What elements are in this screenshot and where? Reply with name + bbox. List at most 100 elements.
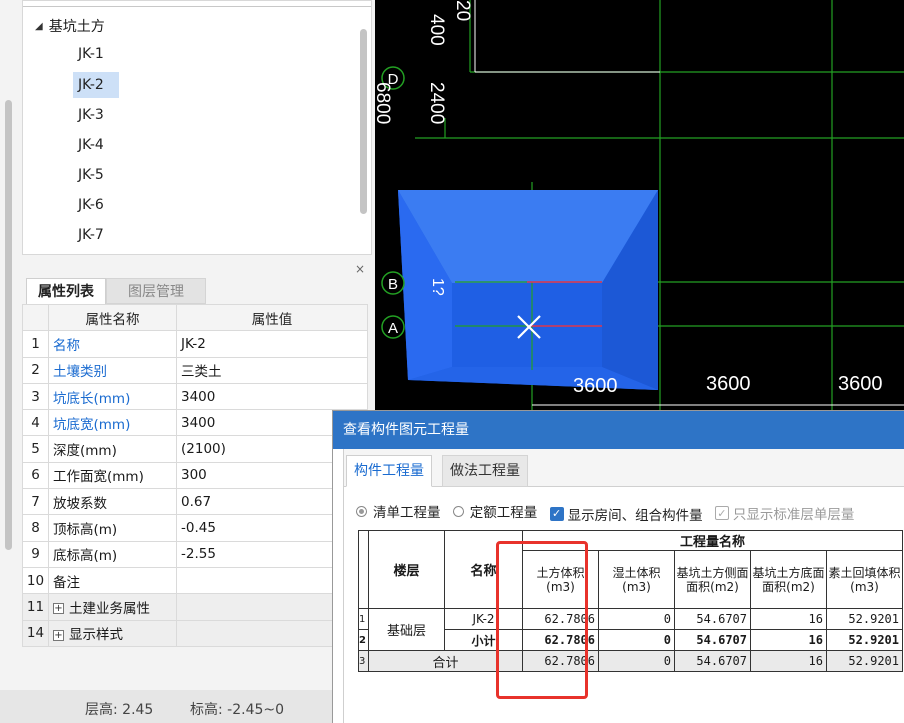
row-number: 11 [22, 593, 49, 621]
property-name: 坑底宽(mm) [48, 409, 177, 437]
header-earth-volume: 土方体积(m3) [522, 550, 599, 609]
dim-text-3600-c: 3600 [838, 373, 883, 395]
option-show-rooms[interactable]: ✓ 显示房间、组合构件量 [549, 504, 703, 524]
property-row[interactable]: 7 放坡系数 0.67 [22, 488, 368, 516]
header-corner [358, 530, 369, 609]
row-number: 8 [22, 514, 49, 542]
table-header-row: 楼层 名称 工程量名称 [358, 530, 903, 609]
tree-item[interactable]: JK-3 [73, 102, 119, 128]
collapse-triangle-icon[interactable]: ◢ [35, 21, 43, 32]
cell-value: 62.7806 [522, 629, 599, 651]
property-group[interactable]: + 显示样式 [48, 619, 177, 647]
tree-root-node[interactable]: ◢ 基坑土方 [35, 16, 105, 36]
floor-height-status: 层高: 2.45 [85, 702, 154, 718]
cell-value: 0 [598, 650, 675, 672]
property-row[interactable]: 1 名称 JK-2 [22, 330, 368, 358]
dialog-body: 构件工程量 做法工程量 清单工程量 定额工程量 ✓ 显示房间、组合构件量 ✓ 只显示… [343, 449, 904, 723]
dialog-tabs: 构件工程量 做法工程量 [344, 449, 904, 487]
cad-drawing[interactable]: D B A 400 20 2400 6800 3600 3600 3600 1? [375, 0, 904, 410]
option-quota-quantity[interactable]: 定额工程量 [452, 501, 538, 521]
cell-floor: 基础层 [368, 608, 445, 651]
property-row[interactable]: 10 备注 [22, 566, 368, 595]
property-row[interactable]: 5 深度(mm) (2100) [22, 435, 368, 463]
option-label: 定额工程量 [469, 505, 538, 521]
tab-property-list[interactable]: 属性列表 [26, 278, 106, 304]
tree-toolbar [23, 1, 371, 7]
cell-value: 54.6707 [674, 650, 751, 672]
property-row[interactable]: 2 土壤类别 三类土 [22, 356, 368, 384]
cell-value: 62.7806 [522, 608, 599, 630]
close-icon[interactable]: × [355, 262, 365, 276]
header-wet-soil-volume: 湿土体积(m3) [598, 550, 675, 609]
quantity-options: 清单工程量 定额工程量 ✓ 显示房间、组合构件量 ✓ 只显示标准层单层量 [356, 501, 862, 524]
header-num [22, 303, 49, 332]
elevation-status: 标高: -2.45~0 [190, 702, 285, 718]
property-row[interactable]: 3 坑底长(mm) 3400 [22, 382, 368, 411]
radio-selected-icon[interactable] [356, 505, 367, 517]
row-number: 10 [22, 566, 49, 595]
property-group-row[interactable]: 14 + 显示样式 [22, 619, 368, 647]
table-row[interactable]: 1 基础层 JK-2 62.7806 0 54.6707 16 52.9201 [358, 608, 903, 651]
property-table: 属性名称 属性值 1 名称 JK-2 2 土壤类别 三类土 3 坑底长(mm) … [22, 303, 368, 647]
property-header-row: 属性名称 属性值 [22, 303, 368, 332]
tree-item[interactable]: JK-4 [73, 132, 119, 158]
option-label: 显示房间、组合构件量 [567, 507, 703, 524]
dim-text-400: 400 [426, 14, 447, 46]
radio-icon[interactable] [452, 505, 464, 517]
component-tree: ◢ 基坑土方 JK-1 JK-2 JK-3 JK-4 JK-5 JK-6 JK-… [22, 0, 372, 255]
property-tabs: 属性列表 图层管理 [22, 278, 372, 304]
property-value[interactable]: 3400 [176, 382, 368, 411]
tree-item[interactable]: JK-5 [73, 162, 119, 188]
property-group-row[interactable]: 11 + 土建业务属性 [22, 593, 368, 621]
cell-total-label: 合计 [368, 650, 523, 672]
property-name: 工作面宽(mm) [48, 461, 177, 490]
dim-text-3600-b: 3600 [706, 373, 751, 395]
left-panel: ◢ 基坑土方 JK-1 JK-2 JK-3 JK-4 JK-5 JK-6 JK-… [0, 0, 375, 723]
property-name: 深度(mm) [48, 435, 177, 463]
tree-root-label: 基坑土方 [48, 19, 105, 35]
dim-text-6800: 6800 [375, 82, 393, 124]
tree-item[interactable]: JK-7 [73, 222, 119, 248]
tree-item[interactable]: JK-6 [73, 192, 119, 218]
tab-component-quantity[interactable]: 构件工程量 [346, 455, 432, 487]
table-row-total[interactable]: 3 合计 62.7806 0 54.6707 16 52.9201 [358, 650, 903, 672]
expand-plus-icon[interactable]: + [53, 603, 64, 615]
tree-item[interactable]: JK-1 [73, 41, 119, 67]
property-value[interactable]: 三类土 [176, 356, 368, 384]
tree-item-selected[interactable]: JK-2 [73, 72, 119, 98]
header-quantity-group: 工程量名称 [522, 530, 903, 551]
quantity-dialog: 查看构件图元工程量 构件工程量 做法工程量 清单工程量 定额工程量 ✓ 显示房间、… [332, 410, 904, 723]
row-number: 7 [22, 488, 49, 516]
axis-label-a: A [388, 320, 398, 337]
property-name: 放坡系数 [48, 488, 177, 516]
checkbox-checked-icon[interactable]: ✓ [549, 506, 564, 521]
dialog-title[interactable]: 查看构件图元工程量 [333, 411, 904, 449]
row-number: 5 [22, 435, 49, 463]
property-group[interactable]: + 土建业务属性 [48, 593, 177, 621]
header-side-area: 基坑土方侧面面积(m2) [674, 550, 751, 609]
cad-canvas[interactable]: D B A 400 20 2400 6800 3600 3600 3600 1? [375, 0, 904, 410]
property-row[interactable]: 4 坑底宽(mm) 3400 [22, 409, 368, 437]
option-bill-quantity[interactable]: 清单工程量 [356, 501, 441, 521]
cell-name: 小计 [444, 629, 523, 651]
cell-value: 16 [750, 650, 827, 672]
expand-plus-icon[interactable]: + [53, 629, 64, 641]
row-number: 9 [22, 540, 49, 568]
property-name: 名称 [48, 330, 177, 358]
tab-layer-management[interactable]: 图层管理 [106, 278, 206, 304]
header-bottom-area: 基坑土方底面面积(m2) [750, 550, 827, 609]
dim-text-partial: 1? [429, 278, 446, 296]
cell-name: JK-2 [444, 608, 523, 630]
property-row[interactable]: 6 工作面宽(mm) 300 [22, 461, 368, 490]
property-value[interactable]: JK-2 [176, 330, 368, 358]
option-label: 清单工程量 [373, 505, 441, 521]
row-number: 4 [22, 409, 49, 437]
property-group-label: 显示样式 [69, 627, 123, 644]
property-row[interactable]: 9 底标高(m) -2.55 [22, 540, 368, 568]
option-label: 只显示标准层单层量 [732, 506, 855, 523]
property-row[interactable]: 8 顶标高(m) -0.45 [22, 514, 368, 542]
axis-label-b: B [388, 276, 398, 293]
tab-method-quantity[interactable]: 做法工程量 [442, 455, 528, 487]
left-scrollbar[interactable] [5, 100, 12, 550]
tree-scrollbar[interactable] [360, 29, 367, 214]
